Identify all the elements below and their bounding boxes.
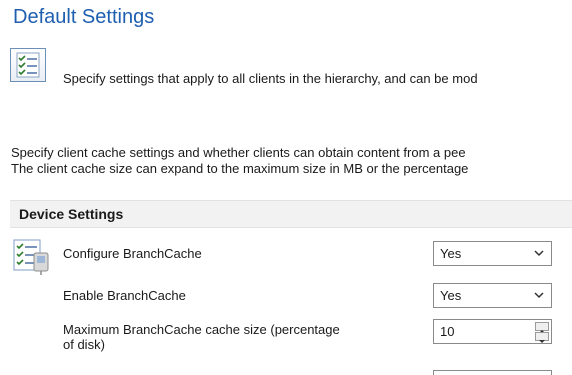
configure-branchcache-dropdown[interactable]: Yes: [433, 241, 552, 266]
stepper-buttons: [535, 322, 549, 343]
page-title: Default Settings: [13, 6, 155, 28]
next-setting-control[interactable]: [433, 370, 552, 375]
description-line-2: The client cache size can expand to the …: [11, 161, 469, 176]
max-cache-size-label: Maximum BranchCache cache size (percenta…: [63, 322, 340, 352]
spin-down-icon[interactable]: [535, 332, 549, 343]
chevron-down-icon: [534, 292, 544, 299]
settings-list-icon: [10, 48, 46, 82]
default-settings-page: Default Settings Specify settings that a…: [0, 0, 572, 375]
settings-list-icon: [12, 237, 52, 277]
spin-up-icon[interactable]: [535, 322, 549, 333]
configure-branchcache-value: Yes: [440, 246, 462, 261]
enable-branchcache-value: Yes: [440, 288, 462, 303]
description-line-1: Specify client cache settings and whethe…: [11, 145, 466, 160]
max-cache-size-stepper[interactable]: 10: [433, 319, 552, 344]
max-cache-size-value: 10: [440, 324, 455, 339]
intro-text: Specify settings that apply to all clien…: [63, 71, 478, 86]
cache-description: Specify client cache settings and whethe…: [11, 145, 468, 177]
enable-branchcache-dropdown[interactable]: Yes: [433, 283, 552, 308]
max-cache-size-label-line-2: of disk): [63, 337, 105, 352]
max-cache-size-label-line-1: Maximum BranchCache cache size (percenta…: [63, 322, 340, 337]
configure-branchcache-label: Configure BranchCache: [63, 246, 202, 261]
section-header-device-settings: Device Settings: [10, 200, 572, 228]
enable-branchcache-label: Enable BranchCache: [63, 288, 186, 303]
chevron-down-icon: [534, 250, 544, 257]
